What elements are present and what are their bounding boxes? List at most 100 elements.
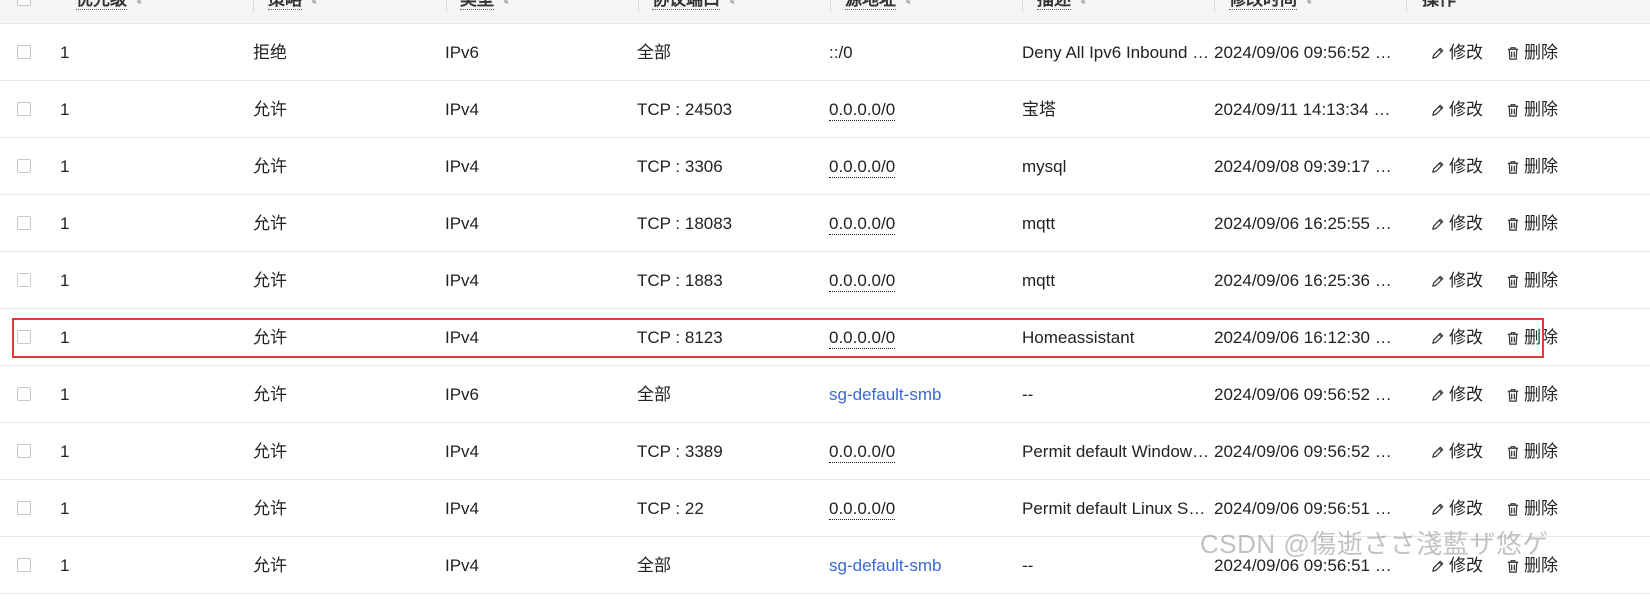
header-priority[interactable]: 优先级 [76,0,145,12]
source-value[interactable]: sg-default-smb [829,556,941,575]
cell-source[interactable]: sg-default-smb [829,537,1009,594]
cell-port: TCP : 18083 [637,214,733,233]
delete-label: 删除 [1524,328,1558,347]
cell-priority: 1 [60,157,70,176]
cell-type: IPv4 [445,556,480,575]
header-policy[interactable]: 策略 [268,0,320,12]
cell-source[interactable]: 0.0.0.0/0 [829,309,1009,366]
delete-label: 删除 [1524,214,1558,233]
cell-description: mqtt [1022,271,1056,290]
edit-button[interactable]: 修改 [1430,252,1483,309]
row-checkbox[interactable] [17,273,31,287]
security-group-rules-table: 优先级策略类型协议端口源地址描述修改时间操作 1拒绝IPv6全部::/0Deny… [0,0,1650,601]
source-value[interactable]: 0.0.0.0/0 [829,271,896,292]
delete-label: 删除 [1524,442,1558,461]
header-actions: 操作 [1422,0,1456,12]
edit-button[interactable]: 修改 [1430,366,1483,423]
filter-icon[interactable] [726,0,738,13]
header-label: 类型 [460,0,494,10]
trash-icon [1506,385,1524,404]
cell-modified: 2024/09/11 14:13:34 G… [1214,100,1402,119]
source-value[interactable]: 0.0.0.0/0 [829,214,896,235]
row-checkbox[interactable] [17,102,31,116]
filter-icon[interactable] [308,0,320,13]
header-modified[interactable]: 修改时间 [1229,0,1315,12]
delete-label: 删除 [1524,100,1558,119]
cell-source[interactable]: sg-default-smb [829,366,1009,423]
filter-icon[interactable] [1303,0,1315,13]
table-row: 1 拒绝 IPv6 全部::/0 Deny All Ipv6 Inbound … 2024… [0,24,1650,81]
delete-button[interactable]: 删除 [1506,24,1558,81]
source-value[interactable]: 0.0.0.0/0 [829,442,896,463]
trash-icon [1506,214,1524,233]
delete-button[interactable]: 删除 [1506,423,1558,480]
cell-modified: 2024/09/06 09:56:52 G… [1214,442,1402,461]
cell-source[interactable]: 0.0.0.0/0 [829,81,1009,138]
filter-icon[interactable] [1077,0,1089,13]
header-type[interactable]: 类型 [460,0,512,12]
cell-policy: 允许 [253,385,287,404]
edit-button[interactable]: 修改 [1430,24,1483,81]
cell-type: IPv4 [445,271,480,290]
row-checkbox[interactable] [17,444,31,458]
header-port[interactable]: 协议端口 [652,0,738,12]
cell-type: IPv4 [445,214,480,233]
edit-label: 修改 [1449,157,1483,176]
pencil-icon [1430,157,1449,176]
row-checkbox[interactable] [17,330,31,344]
row-checkbox[interactable] [17,501,31,515]
edit-button[interactable]: 修改 [1430,138,1483,195]
cell-source[interactable]: 0.0.0.0/0 [829,423,1009,480]
delete-button[interactable]: 删除 [1506,366,1558,423]
row-checkbox[interactable] [17,159,31,173]
row-checkbox[interactable] [17,216,31,230]
source-value[interactable]: 0.0.0.0/0 [829,328,896,349]
header-source[interactable]: 源地址 [845,0,914,12]
cell-source[interactable]: 0.0.0.0/0 [829,138,1009,195]
header-description[interactable]: 描述 [1037,0,1089,12]
edit-label: 修改 [1449,271,1483,290]
cell-policy: 允许 [253,157,287,176]
edit-button[interactable]: 修改 [1430,423,1483,480]
cell-source[interactable]: 0.0.0.0/0 [829,480,1009,537]
edit-label: 修改 [1449,43,1483,62]
table-row: 1 允许 IPv4 TCP : 3389 0.0.0.0/0 Permit default… [0,423,1650,480]
cell-policy: 允许 [253,100,287,119]
cell-type: IPv6 [445,43,480,62]
pencil-icon [1430,271,1449,290]
edit-button[interactable]: 修改 [1430,195,1483,252]
header-label: 源地址 [845,0,896,10]
cell-type: IPv4 [445,100,480,119]
source-value[interactable]: 0.0.0.0/0 [829,157,896,178]
delete-button[interactable]: 删除 [1506,195,1558,252]
source-value[interactable]: 0.0.0.0/0 [829,100,896,121]
cell-policy: 允许 [253,556,287,575]
row-checkbox[interactable] [17,558,31,572]
delete-button[interactable]: 删除 [1506,138,1558,195]
edit-button[interactable]: 修改 [1430,81,1483,138]
delete-button[interactable]: 删除 [1506,309,1558,366]
filter-icon[interactable] [902,0,914,13]
cell-priority: 1 [60,43,70,62]
source-value[interactable]: sg-default-smb [829,385,941,404]
delete-label: 删除 [1524,499,1558,518]
cell-port: 全部 [637,43,671,62]
table-header: 优先级 策略 类型 协议端口 源地址 描述 修改时间 操作 [0,0,1650,24]
delete-label: 删除 [1524,157,1558,176]
select-all-checkbox[interactable] [17,0,31,6]
cell-source[interactable]: 0.0.0.0/0 [829,195,1009,252]
edit-label: 修改 [1449,385,1483,404]
table-row: 1 允许 IPv4 TCP : 1883 0.0.0.0/0 mqtt 2024/09/06… [0,252,1650,309]
edit-label: 修改 [1449,499,1483,518]
source-value[interactable]: 0.0.0.0/0 [829,499,896,520]
delete-button[interactable]: 删除 [1506,252,1558,309]
edit-button[interactable]: 修改 [1430,309,1483,366]
cell-source[interactable]: 0.0.0.0/0 [829,252,1009,309]
row-checkbox[interactable] [17,45,31,59]
filter-icon[interactable] [500,0,512,13]
row-checkbox[interactable] [17,387,31,401]
cell-modified: 2024/09/06 16:25:36 G… [1214,271,1402,290]
filter-icon[interactable] [133,0,145,13]
delete-button[interactable]: 删除 [1506,81,1558,138]
cell-description: Deny All Ipv6 Inbound … [1022,43,1210,62]
